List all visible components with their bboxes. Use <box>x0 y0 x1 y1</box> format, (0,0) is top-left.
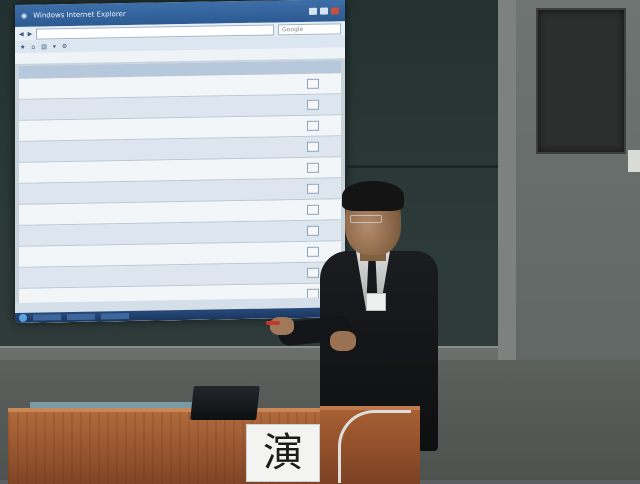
lecture-room-scene: ◉ Windows Internet Explorer ◀ ▶ Google ★… <box>0 0 640 484</box>
glasses-icon <box>350 215 382 223</box>
ie-logo-icon: ◉ <box>21 11 28 20</box>
search-input[interactable]: Google <box>278 22 341 35</box>
forward-icon[interactable]: ▶ <box>28 30 33 37</box>
podium-sign: 演 <box>246 424 320 482</box>
home-icon[interactable]: ⌂ <box>31 43 35 50</box>
favorites-star-icon[interactable]: ★ <box>20 43 25 50</box>
chalkboard-seam <box>348 165 508 168</box>
presenter-hand <box>270 317 294 335</box>
table-header-cell <box>305 60 339 73</box>
name-tag <box>366 293 386 311</box>
maximize-icon[interactable] <box>320 7 328 15</box>
chalkboard-frame <box>498 0 516 370</box>
table-header-cell <box>19 65 89 78</box>
table-header-cell <box>107 62 227 76</box>
laser-pointer-icon <box>266 321 280 325</box>
results-table <box>19 60 341 323</box>
close-icon[interactable] <box>331 6 339 14</box>
detail-button[interactable] <box>307 120 320 131</box>
window-title: Windows Internet Explorer <box>33 10 126 20</box>
table-header-cell <box>227 61 305 74</box>
print-icon[interactable]: ▤ <box>41 43 47 50</box>
start-icon[interactable] <box>19 313 27 322</box>
detail-button[interactable] <box>307 78 320 89</box>
taskbar-item[interactable] <box>67 313 95 321</box>
wall-notice <box>628 150 640 172</box>
podium-sign-text: 演 <box>263 430 303 476</box>
taskbar-item[interactable] <box>33 314 61 321</box>
page-menu-icon[interactable]: ▾ <box>53 43 56 50</box>
minimize-icon[interactable] <box>309 7 317 15</box>
presenter-hair <box>342 181 404 211</box>
detail-button[interactable] <box>307 162 320 173</box>
projected-screen: ◉ Windows Internet Explorer ◀ ▶ Google ★… <box>15 0 345 323</box>
laptop <box>190 386 260 420</box>
back-icon[interactable]: ◀ <box>19 30 24 37</box>
window-controls <box>309 6 339 15</box>
tools-menu-icon[interactable]: ⚙ <box>62 43 67 50</box>
presenter-hand <box>330 331 356 351</box>
microphone-cable <box>338 410 411 483</box>
wall-speaker <box>536 8 626 154</box>
detail-button[interactable] <box>307 141 320 152</box>
taskbar-item[interactable] <box>101 313 129 320</box>
detail-button[interactable] <box>307 99 320 110</box>
table-header-cell <box>89 64 107 76</box>
